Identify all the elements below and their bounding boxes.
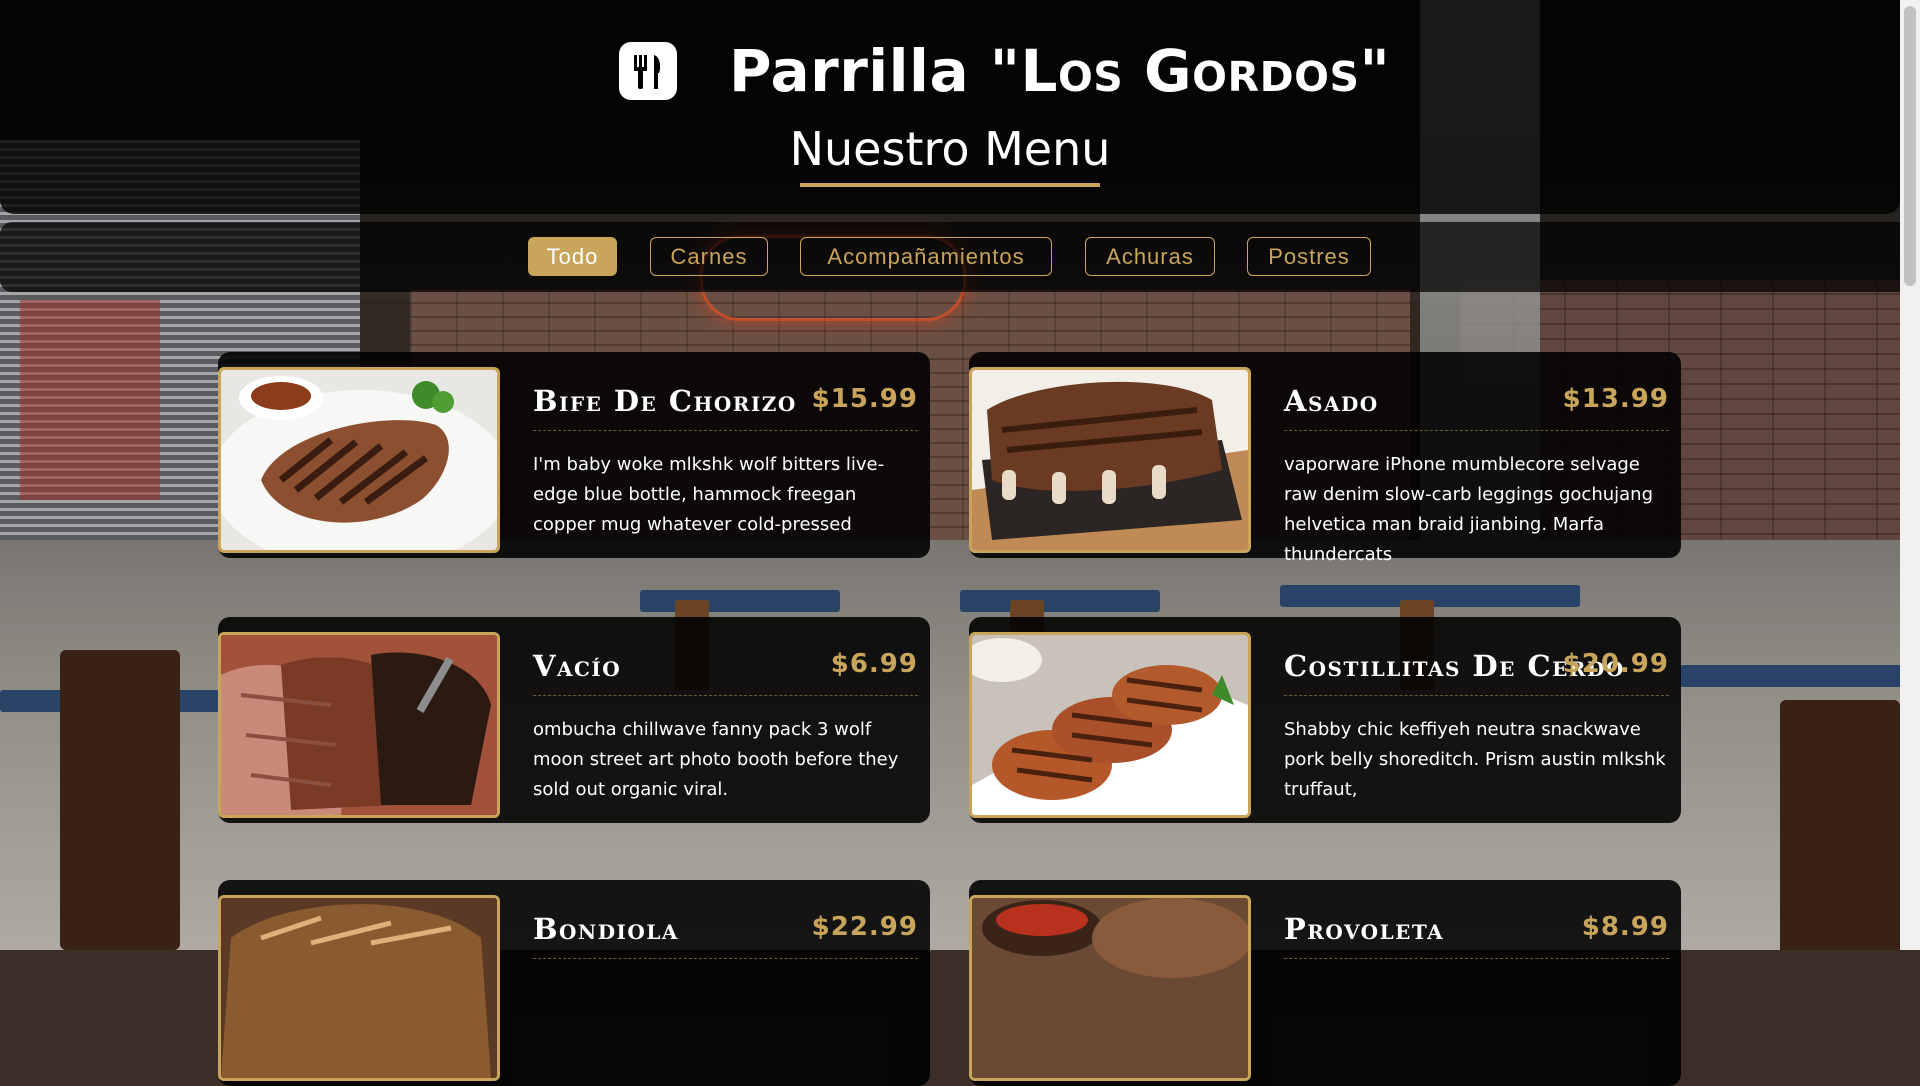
menu-item-photo	[969, 895, 1251, 1081]
menu-item-description: vaporware iPhone mumblecore selvage raw …	[1284, 454, 1653, 565]
category-filter-bar: Todo Carnes Acompañamientos Achuras Post…	[0, 222, 1918, 292]
site-header: Parrilla "Los Gordos" Nuestro Menu	[0, 0, 1900, 214]
menu-item-name: Bondiola	[533, 912, 679, 946]
utensils-icon	[619, 42, 677, 100]
filter-postres-button[interactable]: Postres	[1247, 237, 1371, 276]
menu-item-photo	[969, 632, 1251, 818]
filter-achuras-button[interactable]: Achuras	[1085, 237, 1215, 276]
menu-item-card[interactable]: Costillitas De Cerdo $20.99 Shabby chic …	[969, 617, 1681, 823]
menu-item-name: Vacío	[533, 649, 622, 683]
menu-item-card[interactable]: Vacío $6.99 ombucha chillwave fanny pack…	[218, 617, 930, 823]
menu-item-price: $15.99	[811, 384, 918, 414]
menu-item-price: $8.99	[1581, 912, 1669, 942]
menu-item-price: $13.99	[1562, 384, 1669, 414]
divider	[1284, 430, 1669, 431]
menu-item-photo	[218, 367, 500, 553]
menu-title: Nuestro Menu	[789, 122, 1111, 176]
title-underline	[800, 183, 1100, 187]
menu-item-name: Bife De Chorizo	[533, 384, 797, 418]
menu-item-card[interactable]: Asado $13.99 vaporware iPhone mumblecore…	[969, 352, 1681, 565]
divider	[533, 695, 918, 696]
divider	[1284, 695, 1669, 696]
menu-item-price: $22.99	[811, 912, 918, 942]
menu-item-name: Provoleta	[1284, 912, 1445, 946]
menu-item-card[interactable]: Bife De Chorizo $15.99 I'm baby woke mlk…	[218, 352, 930, 558]
filter-acompanamientos-button[interactable]: Acompañamientos	[800, 237, 1052, 276]
menu-item-name: Asado	[1284, 384, 1379, 418]
menu-item-photo	[218, 632, 500, 818]
menu-item-price: $6.99	[830, 649, 918, 679]
divider	[533, 430, 918, 431]
menu-item-description: I'm baby woke mlkshk wolf bitters live-e…	[533, 454, 885, 535]
divider	[1284, 958, 1669, 959]
divider	[533, 958, 918, 959]
filter-todo-button[interactable]: Todo	[528, 237, 617, 276]
scrollbar-thumb[interactable]	[1904, 6, 1916, 286]
menu-item-price: $20.99	[1562, 649, 1669, 679]
brand-name: Parrilla "Los Gordos"	[729, 37, 1391, 105]
menu-item-description: Shabby chic keffiyeh neutra snackwave po…	[1284, 719, 1666, 800]
menu-item-photo	[218, 895, 500, 1081]
menu-item-photo	[969, 367, 1251, 553]
menu-item-card[interactable]: Provoleta $8.99	[969, 880, 1681, 1086]
page-scrollbar[interactable]	[1900, 0, 1920, 950]
brand: Parrilla "Los Gordos"	[619, 36, 1390, 106]
menu-item-card[interactable]: Bondiola $22.99	[218, 880, 930, 1086]
menu-item-description: ombucha chillwave fanny pack 3 wolf moon…	[533, 719, 899, 800]
filter-carnes-button[interactable]: Carnes	[650, 237, 768, 276]
